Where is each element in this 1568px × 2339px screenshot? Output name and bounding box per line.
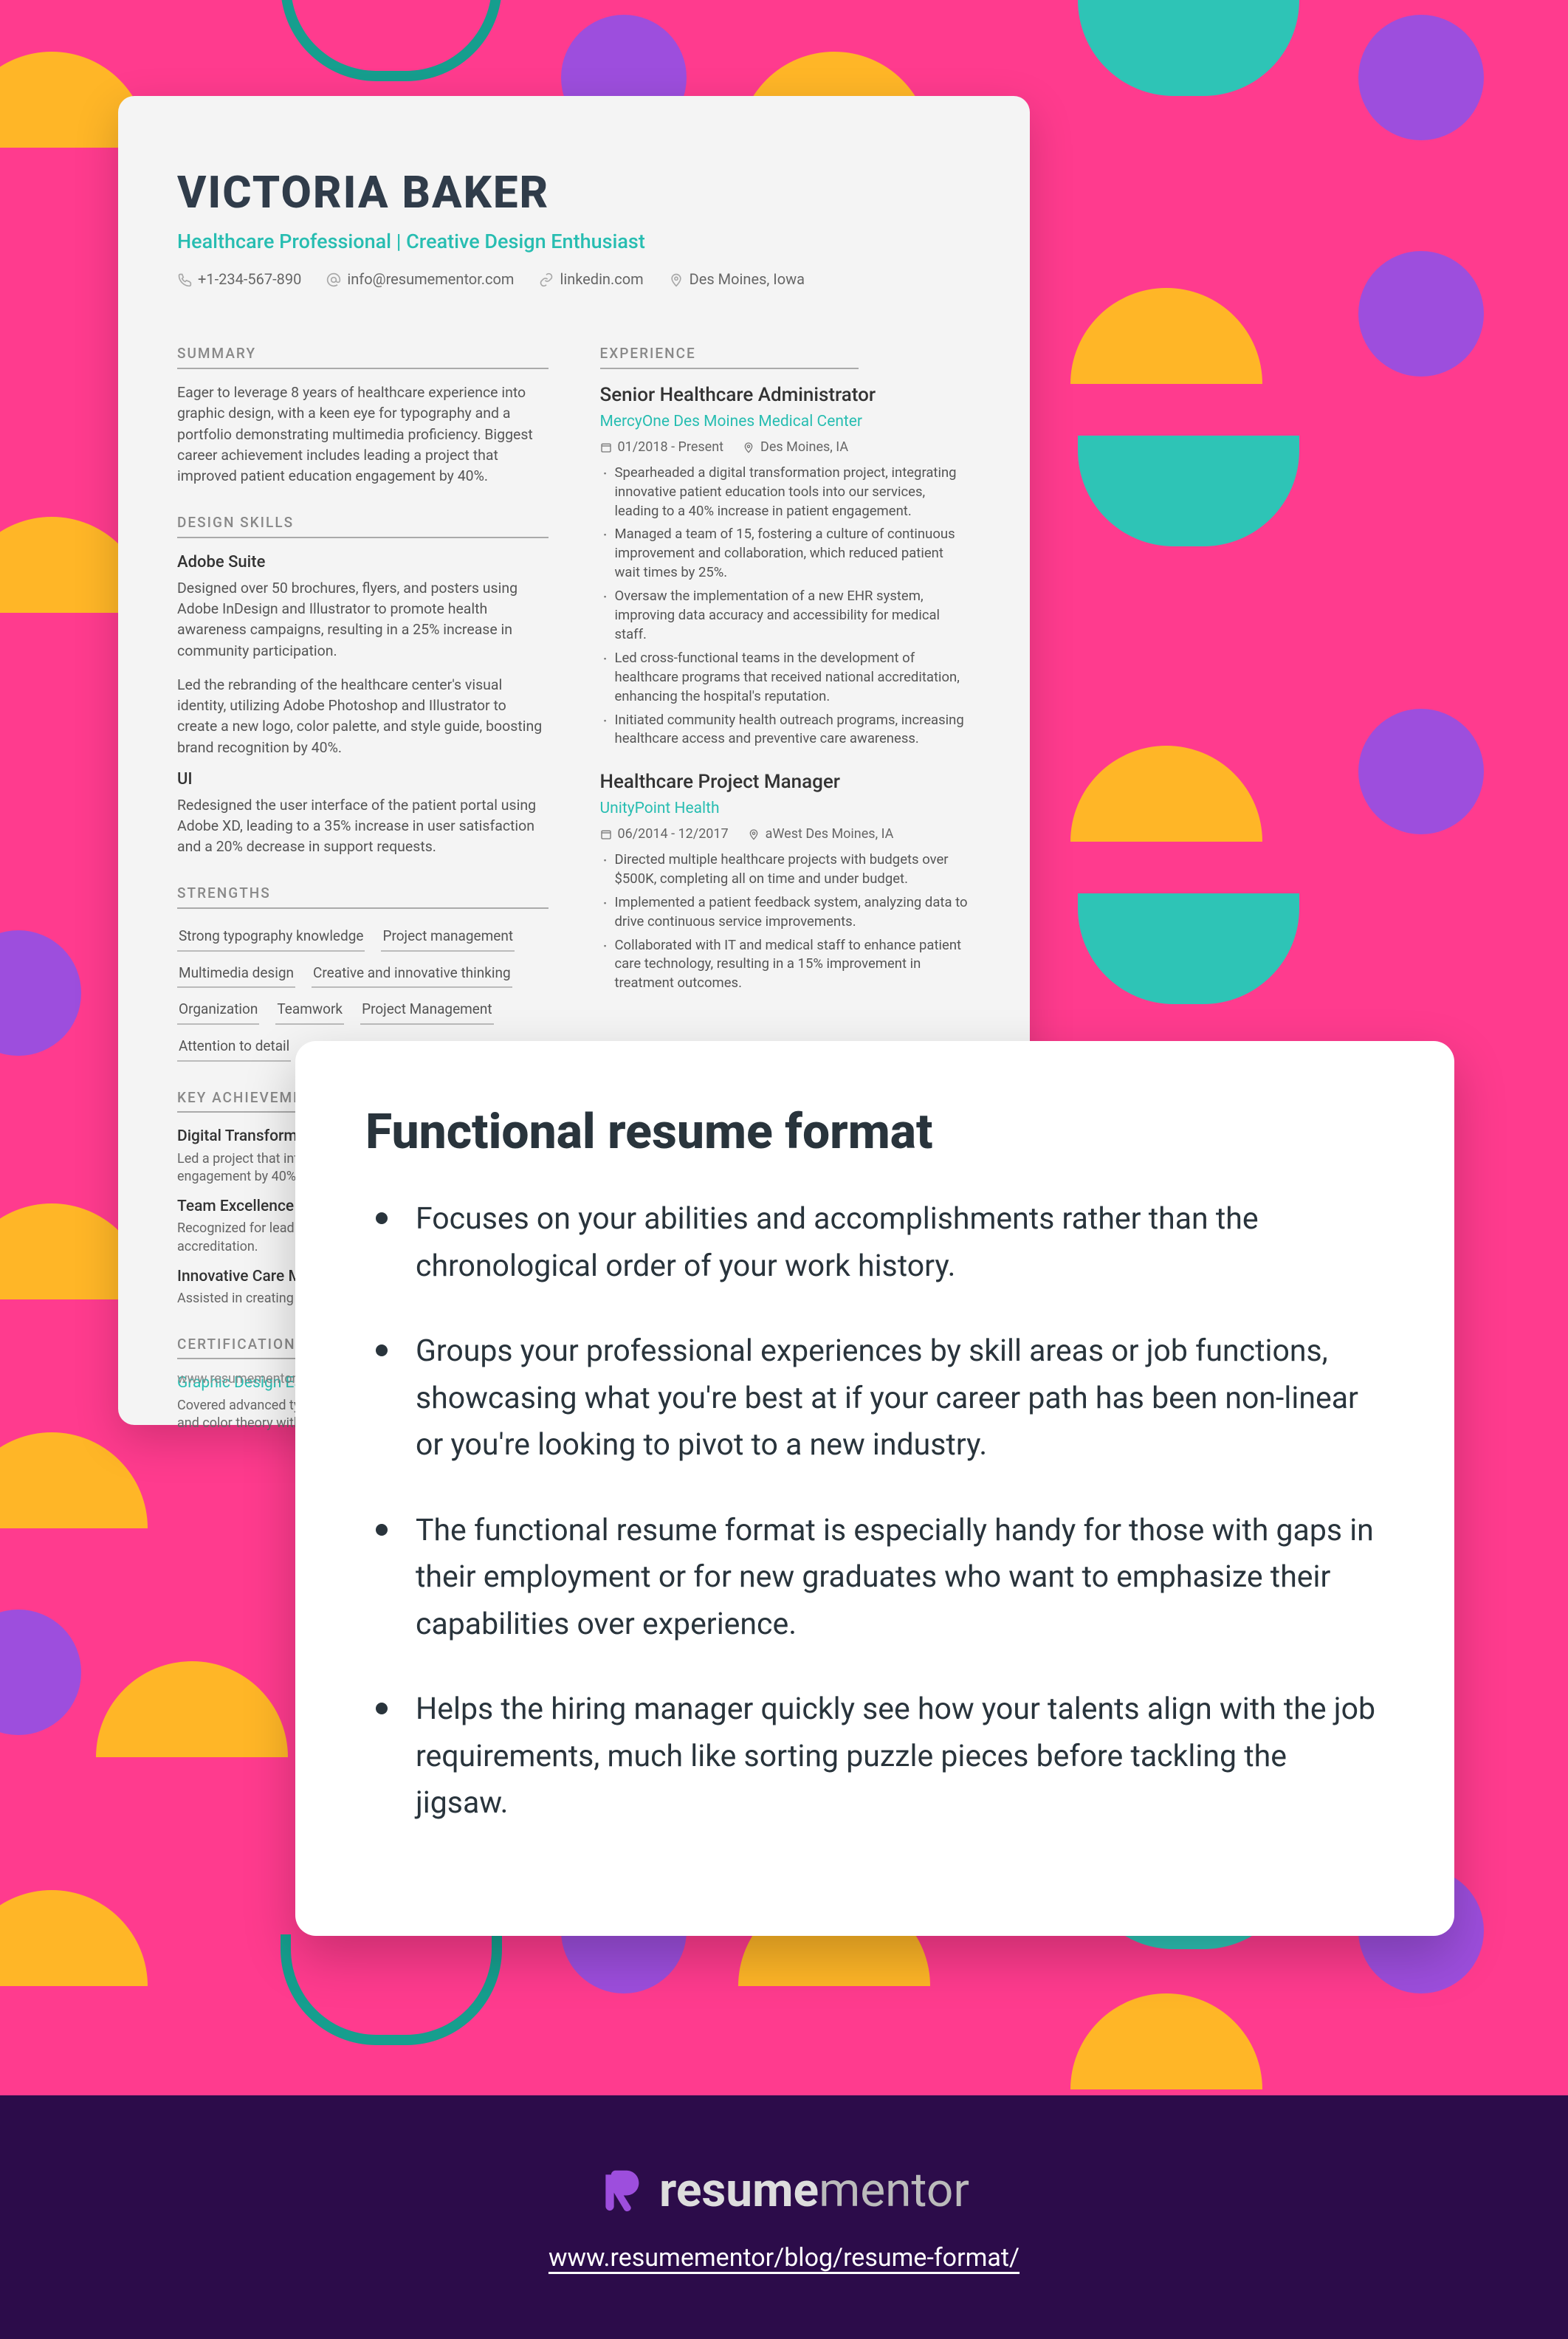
job-title-1: Healthcare Project Manager — [600, 769, 972, 795]
contact-email-text: info@resumementor.com — [347, 269, 514, 289]
contact-linkedin-text: linkedin.com — [560, 269, 643, 289]
tag: Organization — [177, 995, 259, 1025]
info-bullet: Groups your professional experiences by … — [365, 1328, 1384, 1469]
job-bullets-0: Spearheaded a digital transformation pro… — [600, 464, 972, 749]
bullet: Spearheaded a digital transformation pro… — [600, 464, 972, 521]
summary-body: Eager to leverage 8 years of healthcare … — [177, 382, 549, 487]
job-dates-text: 06/2014 - 12/2017 — [618, 825, 729, 843]
job-loc-text: Des Moines, IA — [760, 439, 848, 456]
skill-para-0-0: Designed over 50 brochures, flyers, and … — [177, 578, 549, 662]
job-company-1: UnityPoint Health — [600, 798, 972, 819]
bullet: Collaborated with IT and medical staff t… — [600, 936, 972, 994]
info-bullets: Focuses on your abilities and accomplish… — [365, 1196, 1384, 1827]
bullet: Initiated community health outreach prog… — [600, 711, 972, 749]
brand-logo-row: resumementor — [599, 2163, 969, 2218]
contact-row: +1-234-567-890 info@resumementor.com lin… — [177, 269, 971, 289]
info-bullet: Focuses on your abilities and accomplish… — [365, 1196, 1384, 1290]
link-icon — [539, 272, 554, 287]
job-loc-0: Des Moines, IA — [743, 439, 848, 456]
tag: Creative and innovative thinking — [312, 959, 512, 989]
brand-name-bold: resume — [659, 2163, 819, 2218]
skill-title-0: Adobe Suite — [177, 552, 549, 574]
contact-linkedin: linkedin.com — [539, 269, 643, 289]
info-bullet: The functional resume format is especial… — [365, 1508, 1384, 1649]
job-dates-text: 01/2018 - Present — [618, 439, 724, 456]
location-icon — [669, 272, 684, 287]
design-skills-heading: DESIGN SKILLS — [177, 513, 549, 538]
resume-tagline: Healthcare Professional | Creative Desig… — [177, 228, 971, 255]
info-card: Functional resume format Focuses on your… — [295, 1041, 1454, 1936]
job-dates-0: 01/2018 - Present — [600, 439, 724, 456]
job-loc-text: aWest Des Moines, IA — [766, 825, 894, 843]
calendar-icon — [600, 442, 612, 453]
tag: Multimedia design — [177, 959, 295, 989]
calendar-icon — [600, 828, 612, 840]
summary-heading: SUMMARY — [177, 344, 549, 369]
skill-para-0-1: Led the rebranding of the healthcare cen… — [177, 675, 549, 758]
brand-name: resumementor — [659, 2163, 969, 2218]
skill-title-1: UI — [177, 769, 549, 791]
info-title: Functional resume format — [365, 1104, 1384, 1161]
tag: Project Management — [360, 995, 494, 1025]
resume-name: VICTORIA BAKER — [177, 162, 971, 222]
bullet: Implemented a patient feedback system, a… — [600, 893, 972, 932]
tag: Strong typography knowledge — [177, 922, 365, 952]
brand-url-link[interactable]: www.resumementor/blog/resume-format/ — [549, 2243, 1019, 2273]
tag: Teamwork — [275, 995, 344, 1025]
brand-bar: resumementor www.resumementor/blog/resum… — [0, 2095, 1568, 2339]
job-title-0: Senior Healthcare Administrator — [600, 382, 972, 408]
contact-location-text: Des Moines, Iowa — [690, 269, 805, 289]
brand-name-rest: mentor — [819, 2163, 969, 2218]
strengths-heading: STRENGTHS — [177, 884, 549, 909]
job-dates-1: 06/2014 - 12/2017 — [600, 825, 729, 843]
job-bullets-1: Directed multiple healthcare projects wi… — [600, 851, 972, 993]
job-loc-1: aWest Des Moines, IA — [748, 825, 894, 843]
contact-location: Des Moines, Iowa — [669, 269, 805, 289]
tag: Attention to detail — [177, 1032, 291, 1062]
bullet: Oversaw the implementation of a new EHR … — [600, 587, 972, 645]
location-icon — [743, 442, 754, 453]
bullet: Directed multiple healthcare projects wi… — [600, 851, 972, 889]
info-bullet: Helps the hiring manager quickly see how… — [365, 1686, 1384, 1827]
experience-heading: EXPERIENCE — [600, 344, 859, 369]
contact-phone-text: +1-234-567-890 — [198, 269, 301, 289]
location-icon — [748, 828, 760, 840]
tag: Project management — [381, 922, 515, 952]
phone-icon — [177, 272, 192, 287]
job-company-0: MercyOne Des Moines Medical Center — [600, 411, 972, 432]
bullet: Led cross-functional teams in the develo… — [600, 649, 972, 707]
contact-email: info@resumementor.com — [326, 269, 514, 289]
brand-logo-icon — [599, 2168, 643, 2212]
contact-phone: +1-234-567-890 — [177, 269, 301, 289]
skill-para-1-0: Redesigned the user interface of the pat… — [177, 795, 549, 858]
at-icon — [326, 272, 341, 287]
bullet: Managed a team of 15, fostering a cultur… — [600, 525, 972, 583]
